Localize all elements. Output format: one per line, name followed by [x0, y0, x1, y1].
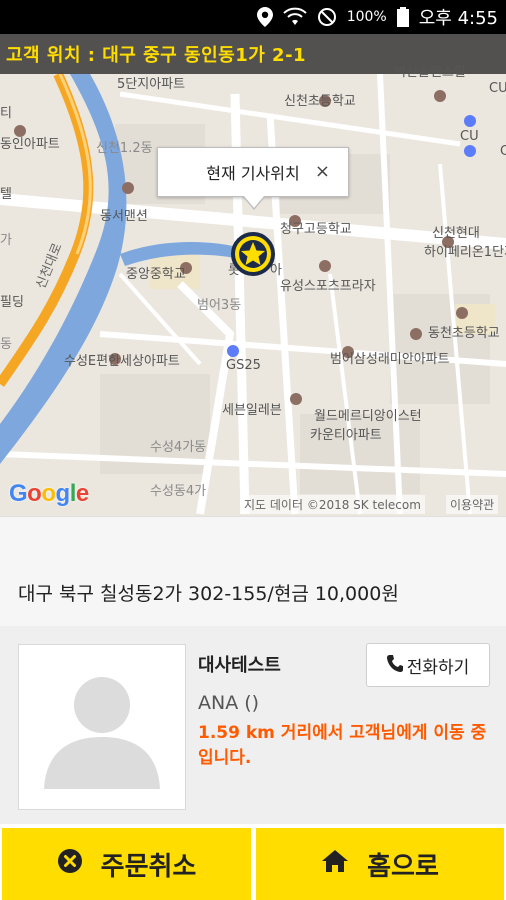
location-icon [256, 7, 273, 27]
phone-icon [386, 654, 403, 677]
map-label: 범어삼성래미안아파트 [330, 352, 450, 367]
map-label: 가 [0, 233, 12, 248]
battery-icon [396, 7, 409, 27]
callout-title: 현재 기사위치 [206, 164, 300, 183]
map-label: 티 [0, 106, 12, 121]
map-label: 신천초등학교 [284, 94, 356, 109]
home-icon [321, 849, 349, 880]
cancel-icon [57, 848, 83, 881]
map-label: 텔 [0, 187, 12, 202]
map-view[interactable]: 고객 위치 : 대구 중구 동인동1가 2-1 5단지아파트 벽산솔렌스힐 신천… [0, 34, 506, 516]
map-label: GS25 [226, 358, 261, 373]
map-label: 유성스포츠프라자 [280, 279, 376, 294]
map-label: 5단지아파트 [117, 77, 186, 92]
map-label: 필딩 [0, 295, 24, 310]
cancel-order-button[interactable]: 주문취소 [2, 828, 251, 900]
map-label: 하이페리온1단지 [424, 245, 506, 260]
customer-location-text: 고객 위치 : 대구 중구 동인동1가 2-1 [6, 45, 307, 66]
home-label: 홈으로 [367, 851, 439, 882]
map-label: 동천초등학교 [428, 326, 500, 341]
map-label: 세븐일레븐 [222, 403, 282, 418]
order-info-section: 대구 북구 칠성동2가 302-155/현금 10,000원 [0, 516, 506, 626]
map-label: 벽산솔렌스힐 [394, 65, 466, 80]
map-label: 청구고등학교 [280, 222, 352, 237]
driver-info-card: 대사테스트 전화하기 ANA () 1.59 km 거리에서 고객님에게 이동 … [0, 626, 506, 824]
map-label: 수성4가동 [150, 440, 207, 455]
map-label: 수성동4가 [150, 484, 207, 499]
map-label: 카운티아파트 [310, 428, 382, 443]
map-label: 월드메르디앙이스턴 [314, 409, 422, 424]
map-attribution: 지도 데이터 ©2018 SK telecom [240, 495, 425, 514]
map-label: 수성E편한세상아파트 [64, 354, 180, 369]
map-label: CU [489, 81, 506, 96]
clock: 오후 4:55 [418, 8, 498, 29]
map-terms-link[interactable]: 이용약관 [446, 495, 499, 514]
map-label: 동서맨션 [100, 209, 148, 224]
map-label: CU [500, 144, 506, 159]
app-screen: 100% 오후 4:55 고객 위치: 대구 중구 동인동1가 2-1 5단지… [0, 0, 506, 900]
bottom-action-bar: 주문취소 홈으로 [0, 824, 506, 900]
map-label: CU [460, 129, 479, 144]
wifi-icon [283, 7, 307, 27]
home-button[interactable]: 홈으로 [256, 828, 504, 900]
map-label: 신천1.2동 [96, 141, 153, 156]
driver-photo [18, 644, 186, 810]
call-driver-button[interactable]: 전화하기 [366, 643, 490, 687]
map-label: 동인아파트 [0, 137, 60, 152]
map-label: 범어3동 [197, 298, 242, 313]
map-label: 신천현대 [432, 226, 480, 241]
google-logo: Google [9, 480, 89, 507]
driver-name: 대사테스트 [198, 655, 281, 676]
cancel-order-label: 주문취소 [100, 851, 197, 882]
order-address-payment: 대구 북구 칠성동2가 302-155/현금 10,000원 [18, 583, 399, 605]
status-bar: 100% 오후 4:55 [0, 0, 506, 34]
call-driver-label: 전화하기 [406, 657, 470, 678]
callout-close-button[interactable]: × [315, 161, 330, 182]
driver-car-info: ANA () [198, 692, 260, 714]
map-label: 동 [0, 337, 12, 352]
do-not-disturb-icon [317, 7, 337, 27]
driver-status-message: 1.59 km 거리에서 고객님에게 이동 중입니다. [198, 723, 487, 768]
driver-marker-icon[interactable] [231, 232, 275, 276]
battery-percent: 100% [346, 9, 387, 25]
avatar-placeholder-icon [44, 677, 160, 789]
map-label: 중앙중학교 [126, 267, 186, 282]
driver-location-callout[interactable]: 현재 기사위치 × [157, 147, 349, 210]
